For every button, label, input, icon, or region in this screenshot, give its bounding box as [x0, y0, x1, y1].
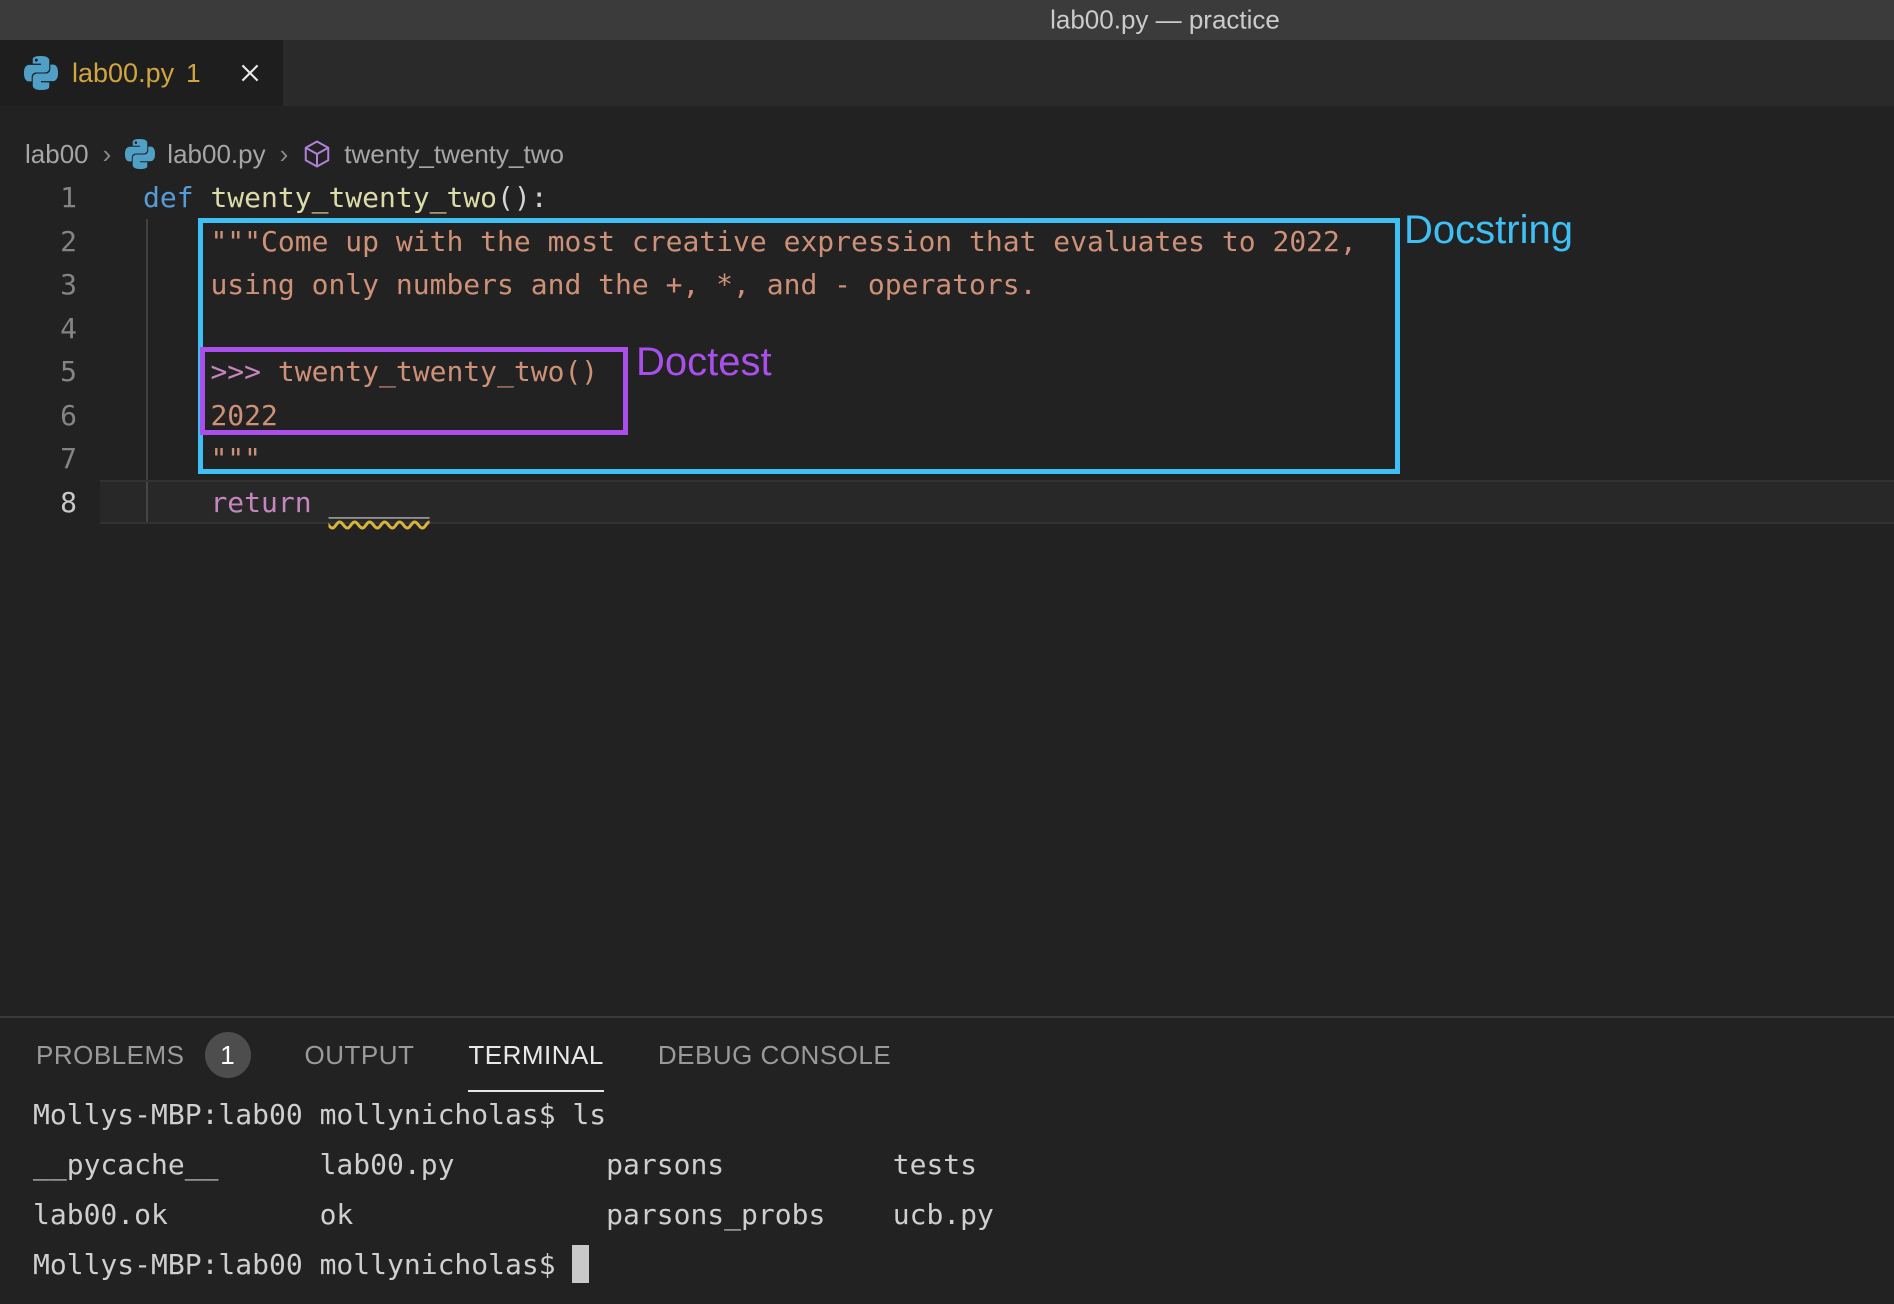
code-line-content: return ______ — [77, 481, 430, 525]
panel-tab-output[interactable]: OUTPUT — [305, 1018, 415, 1092]
terminal-line: lab00.ok ok parsons_probs ucb.py — [33, 1190, 1894, 1240]
code-token — [143, 355, 210, 388]
terminal-cursor — [572, 1245, 589, 1283]
title-bar: lab00.py — practice — [0, 0, 1894, 40]
code-token: (): — [497, 181, 548, 214]
code-line[interactable]: 4 — [0, 307, 1894, 351]
panel-tab-label: OUTPUT — [305, 1040, 415, 1071]
code-line-content: >>> twenty_twenty_two() — [77, 350, 598, 394]
code-line-content: """Come up with the most creative expres… — [77, 220, 1357, 264]
code-line-content: using only numbers and the +, *, and - o… — [77, 263, 1036, 307]
terminal[interactable]: Mollys-MBP:lab00 mollynicholas$ ls__pyca… — [33, 1090, 1894, 1290]
tab-modified-badge: 1 — [186, 58, 200, 89]
code-token: def — [143, 181, 194, 214]
panel-tab-terminal[interactable]: TERMINAL — [468, 1018, 603, 1092]
python-icon — [24, 56, 58, 90]
chevron-right-icon: › — [278, 139, 291, 170]
code-token: return — [210, 486, 311, 519]
terminal-line: Mollys-MBP:lab00 mollynicholas$ — [33, 1240, 1894, 1290]
panel-tab-debug-console[interactable]: DEBUG CONSOLE — [658, 1018, 891, 1092]
code-token — [143, 442, 210, 475]
code-line-content: 2022 — [77, 394, 278, 438]
code-lines[interactable]: 1def twenty_twenty_two():2 """Come up wi… — [0, 176, 1894, 524]
line-number: 1 — [0, 176, 77, 220]
tab-strip: lab00.py 1 — [0, 40, 1894, 106]
tab-filename: lab00.py — [72, 58, 174, 89]
code-line[interactable]: 7 """ — [0, 437, 1894, 481]
panel-tab-label: PROBLEMS — [36, 1040, 185, 1071]
panel-tab-bar: PROBLEMS 1 OUTPUT TERMINAL DEBUG CONSOLE — [0, 1018, 1894, 1092]
code-token — [143, 225, 210, 258]
code-token — [194, 181, 211, 214]
bottom-panel: PROBLEMS 1 OUTPUT TERMINAL DEBUG CONSOLE Mol… — [0, 1016, 1894, 1304]
close-icon[interactable] — [235, 58, 265, 88]
code-token: 2022 — [210, 399, 277, 432]
line-number: 3 — [0, 263, 77, 307]
code-line[interactable]: 2 """Come up with the most creative expr… — [0, 220, 1894, 264]
line-number: 5 — [0, 350, 77, 394]
problems-count-badge: 1 — [205, 1032, 251, 1078]
tab-lab00py[interactable]: lab00.py 1 — [0, 40, 283, 106]
code-line-content: def twenty_twenty_two(): — [77, 176, 548, 220]
editor-area[interactable]: lab00 › lab00.py › twenty_twenty_two 1de… — [0, 106, 1894, 1016]
line-number: 4 — [0, 307, 77, 351]
code-line[interactable]: 5 >>> twenty_twenty_two() — [0, 350, 1894, 394]
window-title: lab00.py — practice — [1050, 5, 1280, 36]
breadcrumb-item-symbol[interactable]: twenty_twenty_two — [344, 139, 564, 170]
code-token — [143, 399, 210, 432]
line-number: 7 — [0, 437, 77, 481]
python-icon — [125, 139, 155, 169]
code-token — [143, 268, 210, 301]
code-token — [312, 486, 329, 519]
panel-tab-label: DEBUG CONSOLE — [658, 1040, 891, 1071]
terminal-line: Mollys-MBP:lab00 mollynicholas$ ls — [33, 1090, 1894, 1140]
code-token — [261, 355, 278, 388]
code-token: >>> — [210, 355, 261, 388]
breadcrumb-item-lab00[interactable]: lab00 — [25, 139, 89, 170]
code-line[interactable]: 8 return ______ — [0, 481, 1894, 525]
doctest-annotation-label: Doctest — [636, 340, 772, 385]
code-line[interactable]: 3 using only numbers and the +, *, and -… — [0, 263, 1894, 307]
line-number: 8 — [0, 481, 77, 525]
code-line[interactable]: 1def twenty_twenty_two(): — [0, 176, 1894, 220]
panel-tab-label: TERMINAL — [468, 1040, 603, 1071]
code-token: ______ — [328, 486, 429, 519]
code-token: """Come up with the most creative expres… — [210, 225, 1356, 258]
symbol-cube-icon — [302, 139, 332, 169]
code-token: twenty_twenty_two — [210, 181, 497, 214]
code-token: """ — [210, 442, 261, 475]
code-token — [143, 486, 210, 519]
panel-tab-problems[interactable]: PROBLEMS 1 — [36, 1018, 251, 1092]
code-token: using only numbers and the +, *, and - o… — [210, 268, 1036, 301]
terminal-line: __pycache__ lab00.py parsons tests — [33, 1140, 1894, 1190]
code-line-content: """ — [77, 437, 261, 481]
breadcrumb-item-lab00py[interactable]: lab00.py — [167, 139, 265, 170]
line-number: 6 — [0, 394, 77, 438]
docstring-annotation-label: Docstring — [1404, 208, 1573, 253]
code-token: twenty_twenty_two() — [278, 355, 598, 388]
breadcrumb: lab00 › lab00.py › twenty_twenty_two — [25, 132, 564, 176]
line-number: 2 — [0, 220, 77, 264]
code-line-content — [77, 307, 143, 351]
code-line[interactable]: 6 2022 — [0, 394, 1894, 438]
chevron-right-icon: › — [101, 139, 114, 170]
